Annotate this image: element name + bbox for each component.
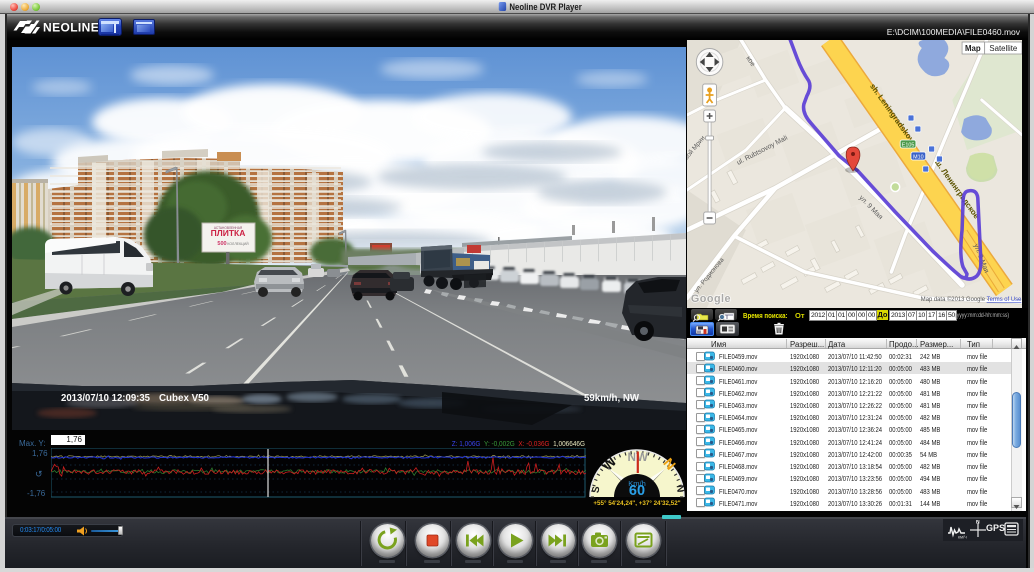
- svg-text:Map data ©2013 Google -: Map data ©2013 Google -: [921, 296, 989, 303]
- svg-text:Cubex V50: Cubex V50: [159, 392, 209, 404]
- svg-text:Map: Map: [965, 44, 981, 53]
- svg-text:500: 500: [217, 241, 226, 247]
- svg-text:N: N: [674, 484, 686, 493]
- svg-text:E105: E105: [902, 142, 915, 148]
- svg-text:2013/07/10 12:09:35: 2013/07/10 12:09:35: [61, 392, 150, 404]
- svg-text:60: 60: [629, 483, 645, 499]
- svg-text:Google: Google: [691, 293, 731, 305]
- svg-text:59km/h, NW: 59km/h, NW: [584, 392, 639, 404]
- svg-text:M10: M10: [913, 154, 923, 160]
- svg-text:КОЛЛЕКЦИЙ: КОЛЛЕКЦИЙ: [227, 242, 249, 246]
- svg-text:Satellite: Satellite: [989, 44, 1017, 53]
- svg-text:N: N: [976, 520, 980, 526]
- svg-text:км/ч: км/ч: [958, 535, 967, 540]
- svg-text:Terms of Use: Terms of Use: [987, 297, 1022, 303]
- svg-text:АСТАНОВЛЕННАЯ: АСТАНОВЛЕННАЯ: [214, 226, 243, 230]
- svg-text:NEOLINE: NEOLINE: [43, 21, 99, 35]
